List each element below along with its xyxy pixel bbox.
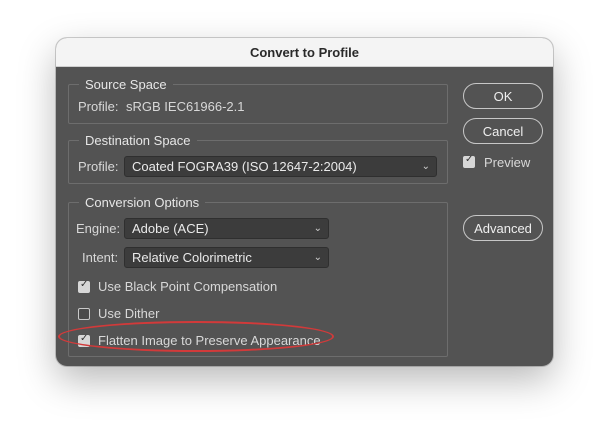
source-space-legend: Source Space [79,76,173,93]
destination-space-legend: Destination Space [79,132,197,149]
dialog-title: Convert to Profile [56,38,553,67]
preview-label[interactable]: Preview [484,155,530,171]
engine-label: Engine: [76,221,121,236]
chevron-down-icon: ⌄ [421,161,430,172]
intent-value: Relative Colorimetric [132,250,252,265]
destination-profile-value: Coated FOGRA39 (ISO 12647-2:2004) [132,159,357,174]
intent-label: Intent: [82,250,119,265]
flatten-label[interactable]: Flatten Image to Preserve Appearance [98,333,321,349]
source-profile-label: Profile: [78,99,119,114]
checkmark-icon: ✓ [80,333,89,344]
destination-profile-select[interactable]: Coated FOGRA39 (ISO 12647-2:2004) ⌄ [124,156,437,177]
cancel-button[interactable]: Cancel [463,118,543,144]
black-point-checkbox[interactable]: ✓ [78,279,90,293]
ok-button[interactable]: OK [463,83,543,109]
checkmark-icon: ✓ [465,154,474,165]
destination-space-group: Destination Space Profile: Coated FOGRA3… [68,132,448,184]
conversion-options-legend: Conversion Options [79,194,206,211]
flatten-checkbox[interactable]: ✓ [78,333,90,347]
advanced-button[interactable]: Advanced [463,215,543,241]
engine-select[interactable]: Adobe (ACE) ⌄ [124,218,329,239]
source-profile-value: sRGB IEC61966-2.1 [126,99,245,114]
engine-value: Adobe (ACE) [132,221,209,236]
checkmark-icon: ✓ [80,279,89,290]
black-point-label[interactable]: Use Black Point Compensation [98,279,277,295]
destination-profile-label: Profile: [78,159,119,174]
intent-select[interactable]: Relative Colorimetric ⌄ [124,247,329,268]
preview-checkbox[interactable]: ✓ [463,154,475,168]
dither-checkbox[interactable] [78,308,90,320]
conversion-options-group: Conversion Options Engine: Adobe (ACE) ⌄… [68,194,448,357]
chevron-down-icon: ⌄ [313,252,322,263]
dither-label[interactable]: Use Dither [98,306,159,322]
chevron-down-icon: ⌄ [313,223,322,234]
convert-to-profile-dialog: Convert to Profile Source Space Profile:… [56,38,553,366]
source-space-group: Source Space Profile: sRGB IEC61966-2.1 [68,76,448,124]
